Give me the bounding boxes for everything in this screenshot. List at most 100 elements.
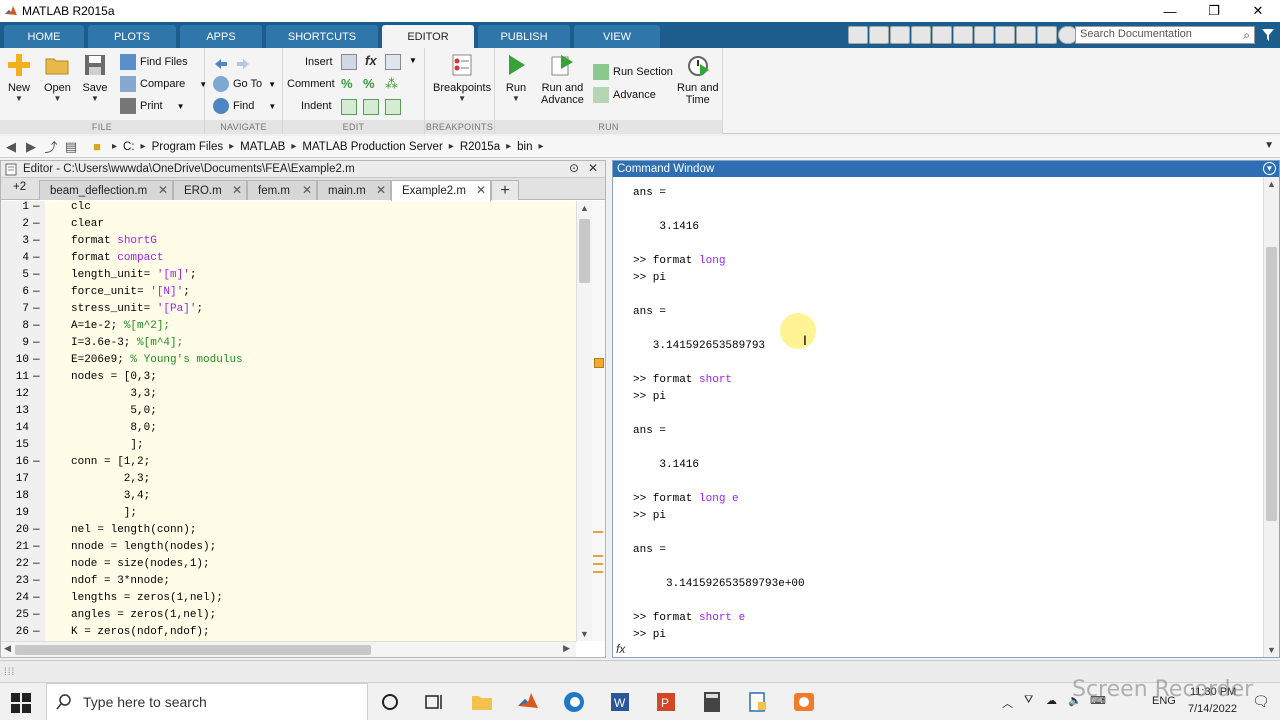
- code-line[interactable]: 11 — nodes = [0,3;: [1, 371, 576, 388]
- comment-button[interactable]: Comment: [287, 74, 335, 94]
- close-window-button[interactable]: ✕: [1236, 0, 1280, 22]
- breakpoint-marker[interactable]: —: [33, 337, 40, 349]
- breakpoint-marker[interactable]: —: [33, 609, 40, 621]
- calculator-icon[interactable]: [700, 690, 724, 714]
- taskbar-search-box[interactable]: Type here to search: [46, 683, 368, 720]
- code-area[interactable]: 1 — clc 2 — clear 3 — format shortG 4 — format comp…: [1, 201, 576, 641]
- code-line[interactable]: 10 — E=206e9; % Young's modulus: [1, 354, 576, 371]
- comment-percent-icon[interactable]: %: [341, 76, 357, 92]
- tab-apps[interactable]: APPS: [180, 25, 262, 48]
- find-button[interactable]: Find ▼: [213, 96, 276, 116]
- code-line[interactable]: 19 ];: [1, 507, 576, 524]
- command-window-output[interactable]: ans = 3.1416 >> format long >> pi ans = 3.1…: [613, 177, 1265, 641]
- insert-section-icon[interactable]: [341, 54, 357, 70]
- breadcrumb-bin[interactable]: bin: [517, 141, 532, 153]
- breakpoint-marker[interactable]: —: [33, 354, 40, 366]
- open-button[interactable]: Open ▼: [44, 52, 71, 104]
- browse-folder-icon[interactable]: ▤: [62, 138, 80, 156]
- scroll-thumb[interactable]: [579, 219, 590, 283]
- back-arrow-icon[interactable]: [213, 56, 229, 72]
- code-line[interactable]: 13 5,0;: [1, 405, 576, 422]
- code-line[interactable]: 22 — node = size(nodes,1);: [1, 558, 576, 575]
- cortana-icon[interactable]: [378, 690, 402, 714]
- file-explorer-icon[interactable]: [470, 690, 494, 714]
- indent-button[interactable]: Indent: [301, 96, 332, 116]
- run-button[interactable]: Run ▼: [503, 52, 529, 104]
- scroll-right-icon[interactable]: ▶: [563, 643, 570, 654]
- print-button[interactable]: Print ▼: [120, 96, 185, 116]
- close-tab-icon[interactable]: ✕: [376, 183, 386, 197]
- uncomment-percent-icon[interactable]: %: [363, 76, 379, 92]
- code-line[interactable]: 14 8,0;: [1, 422, 576, 439]
- breakpoint-marker[interactable]: —: [33, 235, 40, 247]
- scroll-down-icon[interactable]: ▼: [580, 629, 589, 639]
- tab-publish[interactable]: PUBLISH: [478, 25, 570, 48]
- scroll-up-icon[interactable]: ▲: [580, 203, 589, 213]
- close-tab-icon[interactable]: ✕: [232, 183, 242, 197]
- close-tab-icon[interactable]: ✕: [158, 183, 168, 197]
- scroll-thumb[interactable]: [1266, 247, 1277, 521]
- matlab-taskbar-icon[interactable]: [516, 690, 540, 714]
- breakpoint-marker[interactable]: —: [33, 269, 40, 281]
- warning-marker[interactable]: [593, 555, 603, 557]
- increase-indent-icon[interactable]: [363, 99, 379, 115]
- minimize-button[interactable]: —: [1148, 0, 1192, 22]
- advance-button[interactable]: Advance: [593, 85, 656, 105]
- editor-vertical-scrollbar[interactable]: ▲ ▼: [576, 201, 592, 641]
- edge-browser-icon[interactable]: [562, 690, 586, 714]
- code-analyzer-status-icon[interactable]: [594, 358, 604, 368]
- search-icon[interactable]: ⌕: [1243, 28, 1250, 43]
- scroll-left-icon[interactable]: ◀: [4, 643, 11, 654]
- file-tab-ero[interactable]: ERO.m ✕: [173, 180, 247, 200]
- tab-home[interactable]: HOME: [4, 25, 84, 48]
- code-line[interactable]: 7 — stress_unit= '[Pa]';: [1, 303, 576, 320]
- breadcrumb-r2015a[interactable]: R2015a: [460, 141, 500, 153]
- quick-access-button-2[interactable]: [869, 26, 889, 44]
- breakpoint-marker[interactable]: —: [33, 201, 40, 213]
- code-line[interactable]: 4 — format compact: [1, 252, 576, 269]
- breakpoint-marker[interactable]: —: [33, 303, 40, 315]
- run-and-time-button[interactable]: Run and Time: [677, 52, 719, 106]
- code-line[interactable]: 8 — A=1e-2; %[m^2];: [1, 320, 576, 337]
- breakpoint-marker[interactable]: —: [33, 575, 40, 587]
- decrease-indent-icon[interactable]: [385, 99, 401, 115]
- code-line[interactable]: 24 — lengths = zeros(1,nel);: [1, 592, 576, 609]
- quick-access-button-3[interactable]: [890, 26, 910, 44]
- code-line[interactable]: 20 — nel = length(conn);: [1, 524, 576, 541]
- close-tab-icon[interactable]: ✕: [302, 183, 312, 197]
- screen-recorder-icon[interactable]: [792, 690, 816, 714]
- run-and-advance-button[interactable]: Run and Advance: [541, 52, 584, 106]
- code-line[interactable]: 6 — force_unit= '[N]';: [1, 286, 576, 303]
- code-line[interactable]: 1 — clc: [1, 201, 576, 218]
- go-to-button[interactable]: Go To ▼: [213, 74, 276, 94]
- quick-access-button-10[interactable]: [1037, 26, 1057, 44]
- code-line[interactable]: 17 2,3;: [1, 473, 576, 490]
- code-line[interactable]: 26 — K = zeros(ndof,ndof);: [1, 626, 576, 641]
- breakpoint-marker[interactable]: —: [33, 524, 40, 536]
- breakpoint-marker[interactable]: —: [33, 286, 40, 298]
- breakpoint-marker[interactable]: —: [33, 541, 40, 553]
- new-tab-plus-icon[interactable]: +: [491, 180, 519, 200]
- code-line[interactable]: 5 — length_unit= '[m]';: [1, 269, 576, 286]
- forward-icon[interactable]: ▶: [22, 138, 40, 156]
- insert-function-icon[interactable]: fx: [365, 53, 377, 68]
- wrap-comment-icon[interactable]: ⁂: [385, 76, 401, 92]
- code-line[interactable]: 25 — angles = zeros(1,nel);: [1, 609, 576, 626]
- scroll-thumb[interactable]: [15, 645, 371, 655]
- warning-marker[interactable]: [593, 531, 603, 533]
- tab-plots[interactable]: PLOTS: [88, 25, 176, 48]
- back-icon[interactable]: ◀: [2, 138, 20, 156]
- warning-marker[interactable]: [593, 563, 603, 565]
- hidden-tabs-count[interactable]: +2: [13, 181, 26, 193]
- file-tab-main[interactable]: main.m ✕: [317, 180, 391, 200]
- breadcrumb-program-files[interactable]: Program Files: [152, 141, 224, 153]
- command-window-scrollbar[interactable]: ▲ ▼: [1263, 177, 1279, 657]
- breakpoint-marker[interactable]: —: [33, 218, 40, 230]
- new-button[interactable]: New ▼: [6, 52, 32, 104]
- run-section-button[interactable]: Run Section: [593, 62, 673, 82]
- code-line[interactable]: 21 — nnode = length(nodes);: [1, 541, 576, 558]
- code-line[interactable]: 15 ];: [1, 439, 576, 456]
- insert-button[interactable]: Insert: [305, 52, 333, 72]
- code-line[interactable]: 2 — clear: [1, 218, 576, 235]
- task-view-icon[interactable]: [422, 690, 446, 714]
